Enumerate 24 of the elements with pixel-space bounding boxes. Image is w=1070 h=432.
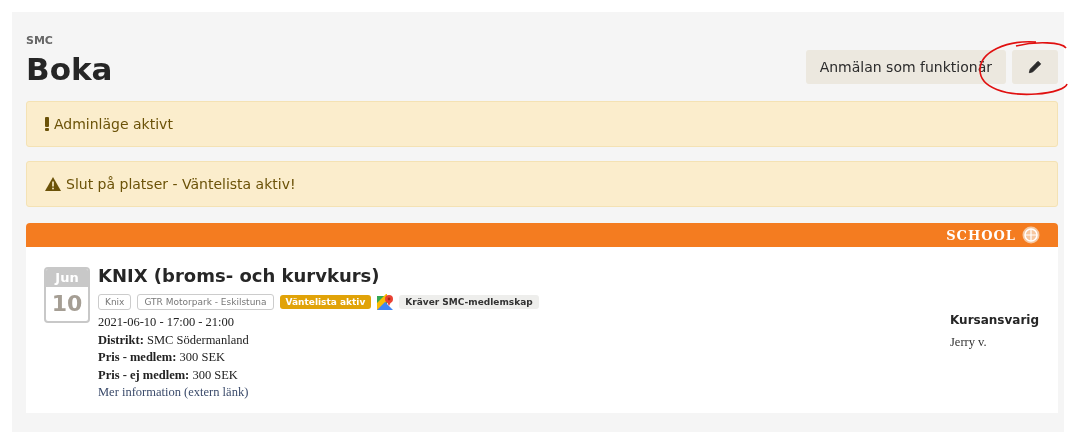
breadcrumb-label: SMC <box>26 34 54 47</box>
info-line: Distrikt: SMC Södermanland <box>98 331 250 349</box>
info-line: Pris - medlem: 300 SEK <box>98 349 227 366</box>
event-title: KNIX (broms- och kurvkurs) <box>98 265 381 286</box>
school-logo-text: SCHOOL <box>946 227 1016 243</box>
warning-icon <box>45 177 61 191</box>
alert-text: Adminläge aktivt <box>54 116 173 132</box>
exclamation-icon <box>45 117 49 131</box>
pencil-icon <box>1028 60 1042 74</box>
emblem-icon <box>1022 226 1040 244</box>
tag: Knix <box>98 294 132 310</box>
edit-button[interactable] <box>1012 50 1058 84</box>
external-link[interactable]: Mer information (extern länk) <box>98 384 950 402</box>
alert-text: Slut på platser - Väntelista aktiv! <box>66 176 296 192</box>
tag: GTR Motorpark - Eskilstuna <box>137 294 274 310</box>
tag: Väntelista aktiv <box>279 295 372 309</box>
info-line: Pris - ej medlem: 300 SEK <box>98 366 239 384</box>
map-pin-icon[interactable] <box>377 294 394 310</box>
page-title: Boka <box>26 51 113 87</box>
info-line: 2021-06-10 - 17:00 - 21:00 <box>98 314 236 331</box>
date-day: 10 <box>46 287 88 321</box>
tag: Kräver SMC-medlemskap <box>399 295 539 309</box>
responsible-heading: Kursansvarig <box>950 313 1040 327</box>
responsible-name: Jerry v. <box>950 335 988 350</box>
